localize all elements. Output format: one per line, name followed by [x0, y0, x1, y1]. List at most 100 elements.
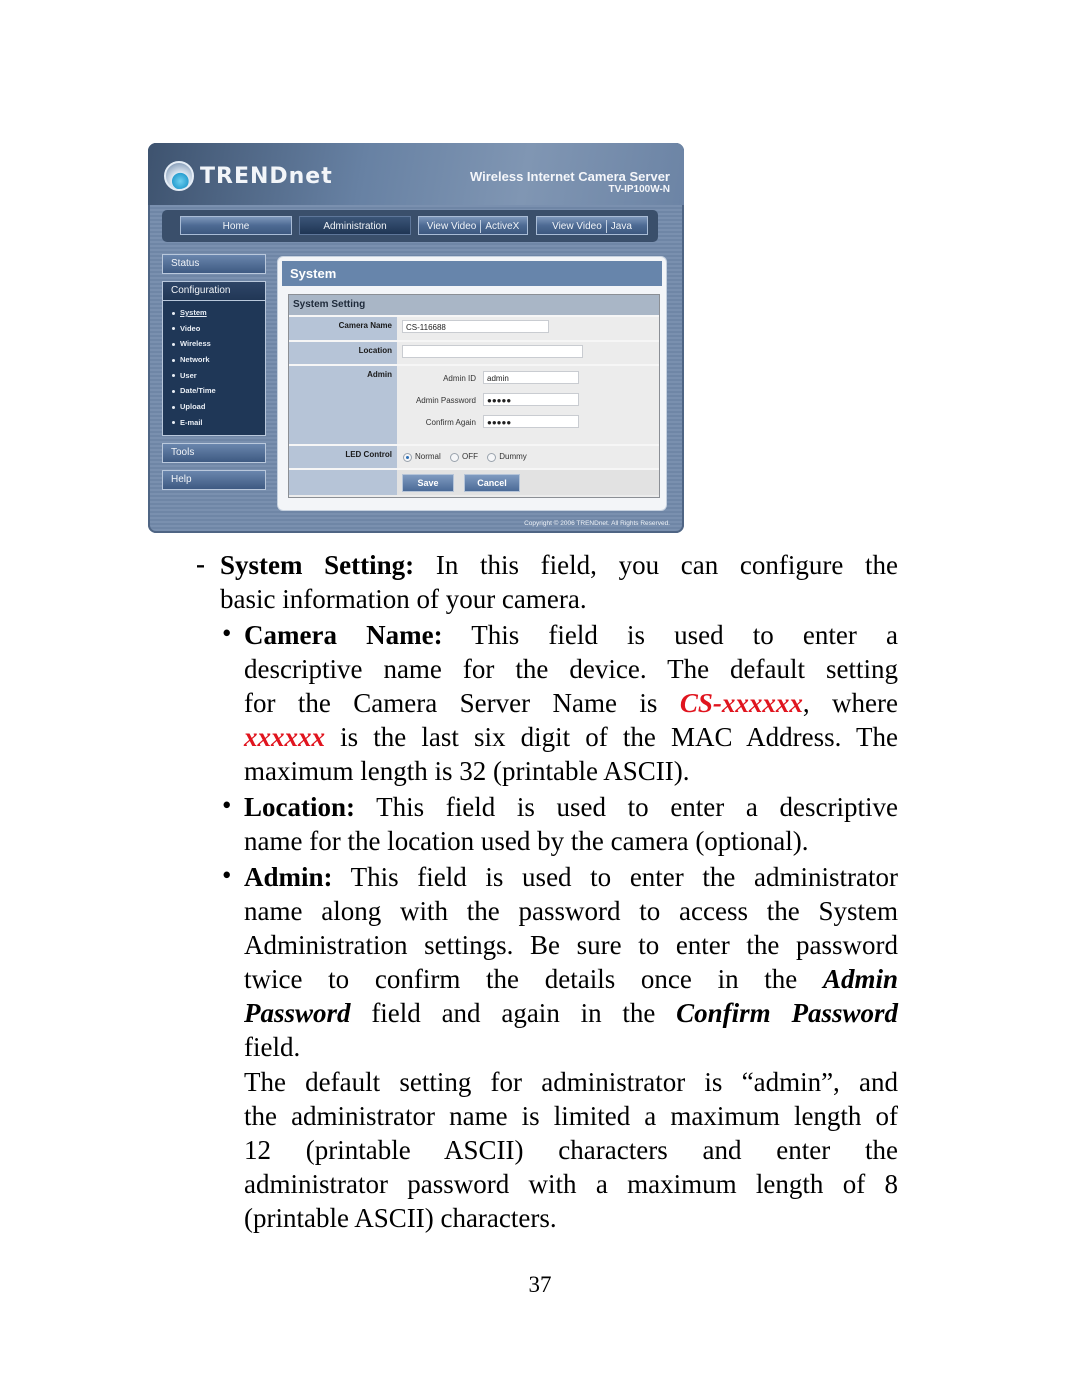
admin-line3: Administration settings. Be sure to ente… — [244, 930, 898, 960]
admin-term: Admin: — [244, 862, 333, 892]
admin-line4: twice to confirm the details once in the… — [244, 962, 898, 996]
text: This field is used to enter a descriptiv… — [355, 792, 898, 822]
sidebar: Status Configuration System Video Wirele… — [162, 254, 266, 497]
nav-view-video-java[interactable]: View Video Java — [536, 216, 648, 235]
admin-cell: Admin ID admin Admin Password ●●●●● Conf… — [397, 366, 659, 444]
bullet-icon — [172, 405, 175, 409]
divider — [605, 219, 607, 233]
system-setting-term: System Setting: — [220, 550, 415, 580]
nav-home[interactable]: Home — [180, 216, 292, 235]
led-dummy-label: Dummy — [499, 452, 527, 461]
admin-id-input[interactable]: admin — [483, 371, 579, 384]
led-dummy-radio[interactable] — [487, 452, 497, 462]
led-off-radio[interactable] — [450, 452, 460, 462]
trendnet-globe-icon — [164, 161, 194, 191]
configuration-submenu: System Video Wireless Network User Date/… — [162, 301, 266, 436]
text: This field is used to enter the administ… — [332, 862, 898, 892]
sidebar-help[interactable]: Help — [162, 469, 266, 490]
sidebar-item-wireless[interactable]: Wireless — [163, 336, 265, 352]
nav-view-video-label: View Video — [552, 221, 602, 232]
product-model: TV-IP100W-N — [608, 184, 670, 195]
bullet-icon — [172, 327, 175, 331]
sidebar-item-label: Date/Time — [180, 386, 216, 396]
sidebar-item-email[interactable]: E-mail — [163, 415, 265, 431]
led-control-row: LED Control Normal OFF Dummy — [289, 444, 659, 468]
dash-marker: - — [196, 549, 205, 579]
sidebar-item-label: Network — [180, 355, 210, 365]
nav-home-label: Home — [222, 221, 250, 232]
location-term: Location: — [244, 792, 355, 822]
page-number: 37 — [528, 1272, 552, 1297]
mac-digits-highlight: xxxxxx — [244, 722, 325, 752]
confirm-again-input[interactable]: ●●●●● — [483, 415, 579, 428]
admin-id-label: Admin ID — [443, 374, 476, 383]
bullet-icon — [172, 389, 175, 393]
location-cell — [397, 342, 659, 364]
camera-name-line2: descriptive name for the device. The def… — [244, 654, 898, 684]
buttons-cell: Save Cancel — [397, 470, 659, 495]
text: This field is used to enter a — [442, 620, 898, 650]
sidebar-item-label: Wireless — [180, 339, 211, 349]
location-row: Location — [289, 340, 659, 364]
camera-name-input[interactable]: CS-116688 — [402, 320, 549, 333]
bullet-icon: • — [222, 790, 232, 820]
system-setting-form: System Setting Camera Name CS-116688 Loc… — [288, 294, 660, 498]
buttons-row-label-cell — [289, 470, 397, 495]
led-normal-label: Normal — [415, 452, 441, 461]
sidebar-tools[interactable]: Tools — [162, 442, 266, 463]
admin-line6: field. — [244, 1032, 301, 1062]
camera-name-cell: CS-116688 — [397, 317, 659, 340]
panel-title: System — [282, 261, 662, 286]
text: field and again in the — [350, 998, 677, 1028]
confirm-password-emphasis: Confirm Password — [676, 998, 898, 1028]
brand-name: TRENDnet — [200, 163, 333, 189]
sidebar-item-system[interactable]: System — [163, 305, 265, 321]
nav-activex-label: ActiveX — [485, 221, 520, 232]
nav-administration-label: Administration — [323, 221, 387, 232]
save-button[interactable]: Save — [402, 474, 454, 492]
sidebar-item-label: E-mail — [180, 417, 203, 427]
nav-administration[interactable]: Administration — [299, 216, 411, 235]
sidebar-item-video[interactable]: Video — [163, 321, 265, 337]
bullet-icon — [172, 342, 175, 346]
sidebar-item-label: Video — [180, 323, 201, 333]
admin-line2: name along with the password to access t… — [244, 896, 898, 926]
top-nav: Home Administration View Video ActiveX Vi… — [162, 210, 658, 242]
system-panel: System System Setting Camera Name CS-116… — [277, 256, 667, 511]
sidebar-item-upload[interactable]: Upload — [163, 399, 265, 415]
camera-ui-screenshot: TRENDnet Wireless Internet Camera Server… — [148, 143, 684, 533]
admin-password-input[interactable]: ●●●●● — [483, 393, 579, 406]
admin-note-line2: the administrator name is limited a maxi… — [244, 1101, 898, 1131]
admin-label: Admin — [289, 366, 397, 444]
admin-note-line4: administrator password with a maximum le… — [244, 1169, 898, 1199]
nav-java-label: Java — [610, 221, 632, 232]
admin-note-line5: (printable ASCII) characters. — [244, 1203, 557, 1233]
cancel-button[interactable]: Cancel — [464, 474, 520, 492]
camera-name-line5: maximum length is 32 (printable ASCII). — [244, 756, 690, 786]
admin-line5: Password field and again in the Confirm … — [244, 996, 898, 1030]
password-emphasis: Password — [244, 998, 351, 1028]
sidebar-status[interactable]: Status — [162, 254, 266, 274]
camera-name-line3: for the Camera Server Name is CS-xxxxxx,… — [244, 686, 898, 720]
text: is the last six digit of the MAC Address… — [325, 722, 898, 752]
sidebar-item-user[interactable]: User — [163, 368, 265, 384]
sidebar-configuration[interactable]: Configuration — [162, 281, 266, 301]
admin-line1: Admin: This field is used to enter the a… — [244, 860, 898, 894]
location-input[interactable] — [402, 345, 583, 358]
led-normal-radio[interactable] — [403, 452, 412, 462]
sidebar-item-label: Upload — [180, 402, 206, 412]
admin-note-line1: The default setting for administrator is… — [244, 1067, 898, 1097]
nav-view-video-label: View Video — [426, 221, 477, 232]
brand-logo: TRENDnet — [164, 161, 333, 191]
nav-view-video-activex[interactable]: View Video ActiveX — [418, 216, 528, 235]
sidebar-item-label: User — [180, 370, 197, 380]
text: , where — [802, 688, 898, 718]
camera-name-row: Camera Name CS-116688 — [289, 315, 659, 340]
camera-name-label: Camera Name — [289, 317, 397, 340]
sidebar-item-date-time[interactable]: Date/Time — [163, 383, 265, 399]
camera-name-line1: Camera Name: This field is used to enter… — [244, 618, 898, 652]
location-line1: Location: This field is used to enter a … — [244, 790, 898, 824]
camera-name-line4: xxxxxx is the last six digit of the MAC … — [244, 720, 898, 754]
system-setting-line1: System Setting: In this field, you can c… — [220, 548, 898, 582]
sidebar-item-network[interactable]: Network — [163, 352, 265, 368]
